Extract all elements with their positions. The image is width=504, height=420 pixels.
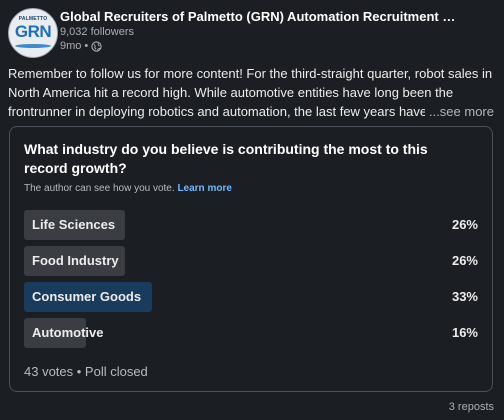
post-body-text: Remember to follow us for more content! … xyxy=(8,66,493,119)
poll-author-note: The author can see how you vote. Learn m… xyxy=(24,183,232,194)
post-time: 9mo xyxy=(60,40,82,52)
poll-option-percent: 26% xyxy=(451,253,478,268)
see-more-link[interactable]: ...see more xyxy=(429,104,494,119)
poll-option-label: Consumer Goods xyxy=(32,289,142,304)
poll-card: What industry do you believe is contribu… xyxy=(9,126,493,392)
poll-option-percent: 26% xyxy=(451,217,478,232)
poll-option-life-sciences: Life Sciences 26% xyxy=(24,210,478,240)
poll-option-label: Food Industry xyxy=(32,253,119,268)
post-header: PALMETTO GRN Global Recruiters of Palmet… xyxy=(8,6,496,58)
globe-icon xyxy=(91,40,102,52)
see-more-container: ...see more xyxy=(424,102,494,121)
poll-option-label: Automotive xyxy=(32,325,104,340)
meta-separator: • xyxy=(84,40,89,52)
follower-count: 9,032 followers xyxy=(60,26,134,38)
poll-option-percent: 16% xyxy=(451,325,478,340)
poll-option-automotive: Automotive 16% xyxy=(24,318,478,348)
author-name[interactable]: Global Recruiters of Palmetto (GRN) Auto… xyxy=(60,9,464,24)
reposts-count[interactable]: 3 reposts xyxy=(449,401,494,413)
avatar-swoosh xyxy=(15,44,51,48)
avatar-letters: GRN xyxy=(14,22,52,41)
post-meta: 9mo • xyxy=(60,40,102,52)
poll-question: What industry do you believe is contribu… xyxy=(24,141,428,176)
poll-footer: 43 votes • Poll closed xyxy=(24,364,148,379)
poll-option-label: Life Sciences xyxy=(32,217,116,232)
poll-option-consumer-goods: Consumer Goods 33% xyxy=(24,282,478,312)
poll-option-percent: 33% xyxy=(451,289,478,304)
author-note-text: The author can see how you vote. xyxy=(24,183,175,194)
learn-more-link[interactable]: Learn more xyxy=(177,183,231,194)
company-logo-avatar[interactable]: PALMETTO GRN xyxy=(8,8,58,58)
poll-option-food-industry: Food Industry 26% xyxy=(24,246,478,276)
